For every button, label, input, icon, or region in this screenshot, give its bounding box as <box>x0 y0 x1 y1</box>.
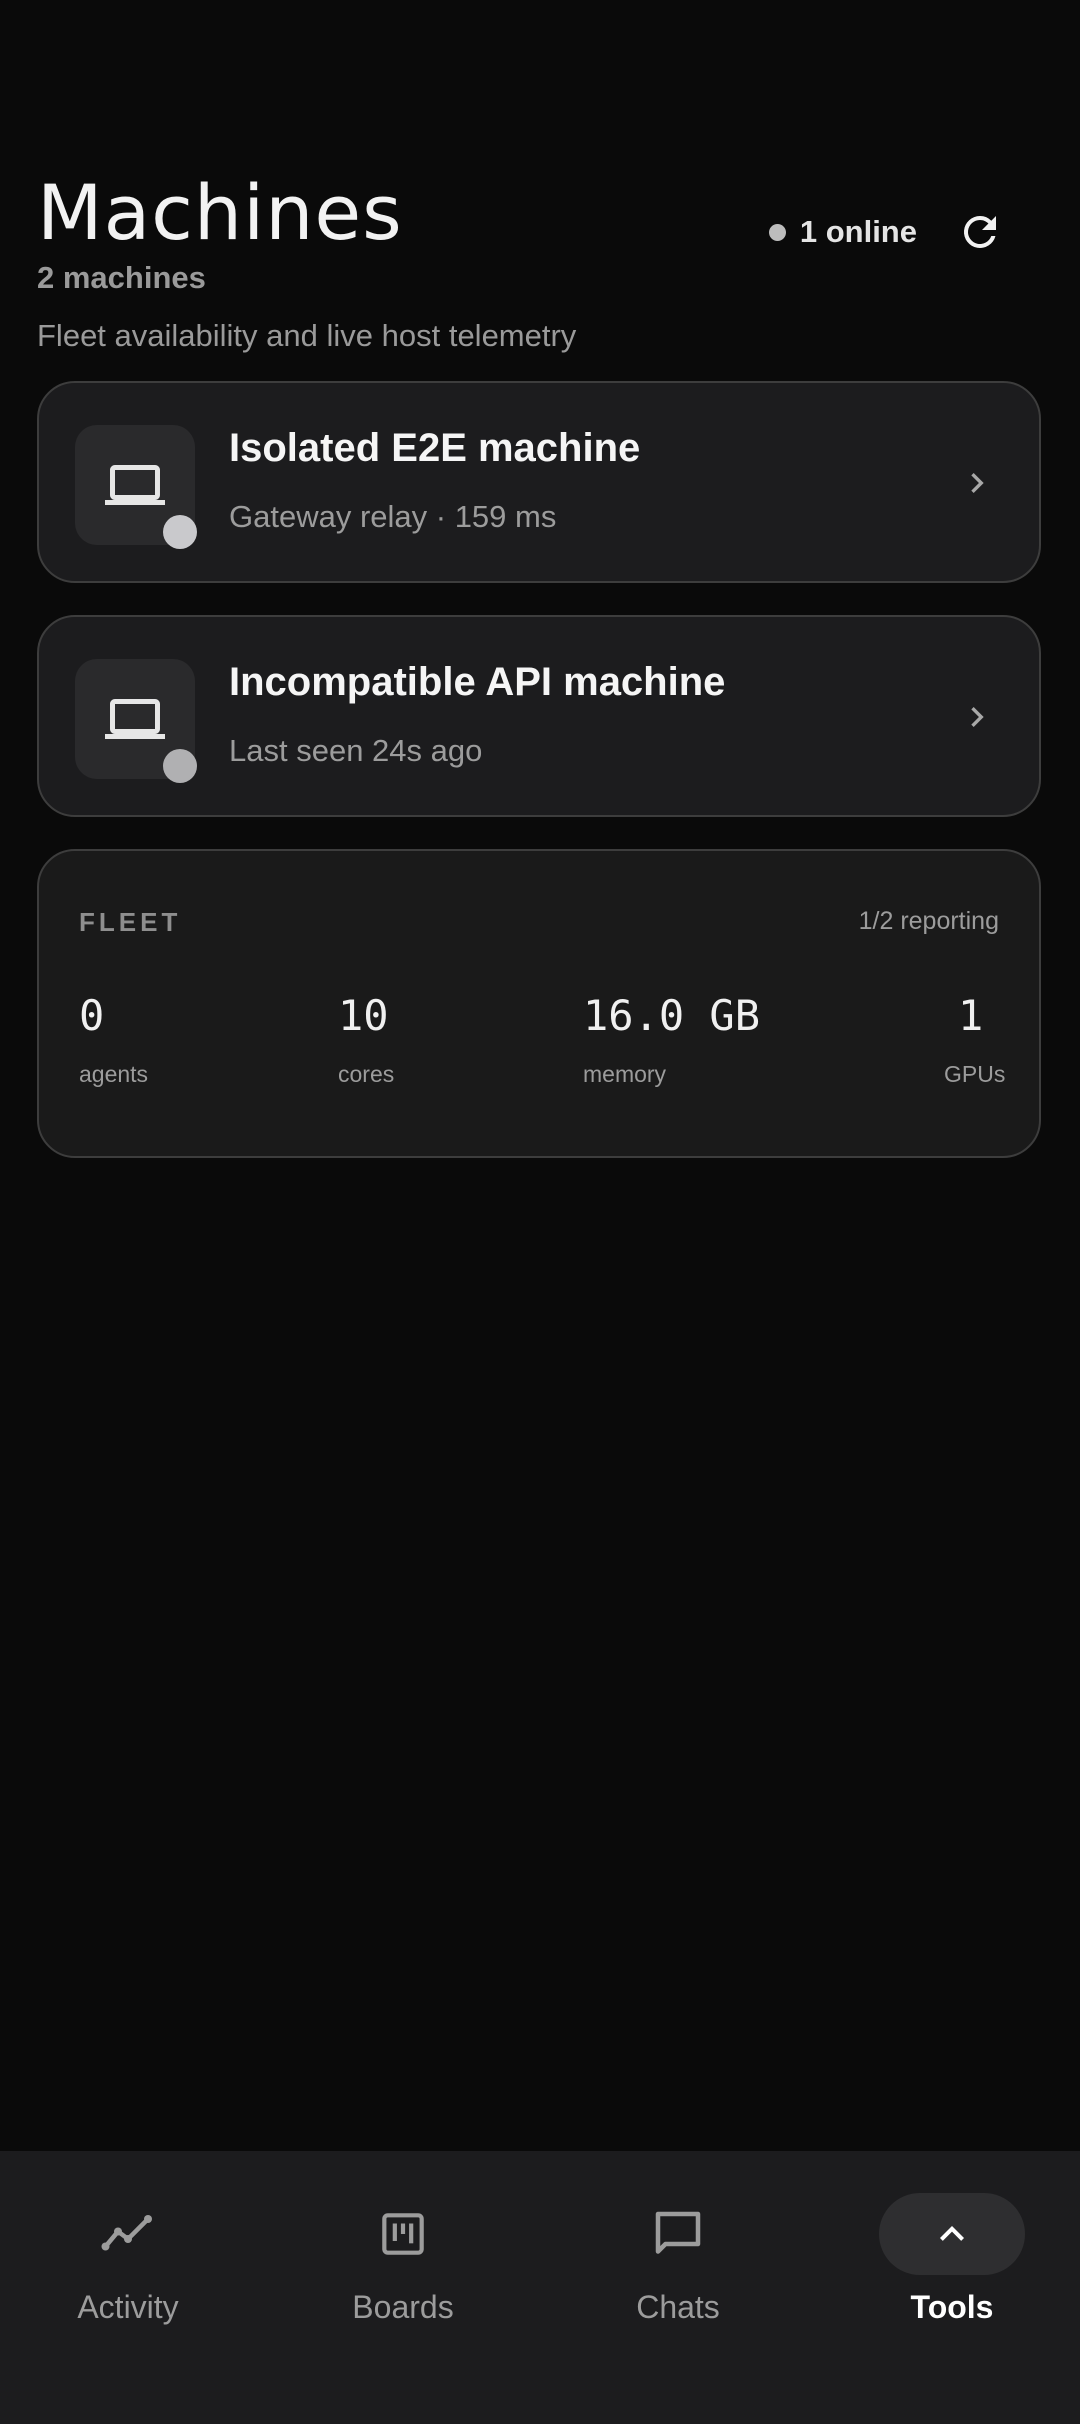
online-count: 1 online <box>799 214 917 249</box>
fleet-summary-card: FLEET 1/2 reporting 0 agents 10 cores 16… <box>37 849 1041 1158</box>
refresh-icon <box>963 215 996 248</box>
nav-item-chats[interactable]: Chats <box>578 2193 778 2326</box>
stat-value: 1 <box>958 991 984 1040</box>
nav-item-boards[interactable]: Boards <box>303 2193 503 2326</box>
stat-cores: 10 cores <box>338 991 394 1088</box>
nav-label: Activity <box>77 2289 179 2325</box>
stat-memory: 16.0 GB memory <box>583 991 760 1088</box>
stat-label: agents <box>79 1061 149 1087</box>
stat-label: cores <box>338 1061 395 1087</box>
fleet-title: FLEET <box>79 907 182 937</box>
stat-value: 10 <box>338 991 389 1040</box>
fleet-reporting: 1/2 reporting <box>858 907 999 935</box>
stat-label: GPUs <box>944 1061 1006 1087</box>
laptop-icon <box>105 465 165 505</box>
nav-label: Tools <box>910 2289 994 2325</box>
nav-item-tools[interactable]: Tools <box>852 2193 1052 2326</box>
machine-card[interactable]: Incompatible API machine Last seen 24s a… <box>37 615 1041 817</box>
chevron-up-icon <box>879 2193 1025 2275</box>
stat-agents: 0 agents <box>79 991 148 1088</box>
nav-label: Boards <box>352 2289 454 2325</box>
machine-last-seen: Last seen 24s ago <box>229 733 483 768</box>
online-status: 1 online <box>768 210 917 254</box>
stat-value: 16.0 GB <box>583 991 761 1040</box>
chevron-right-icon <box>953 459 1001 507</box>
nav-label: Chats <box>636 2289 720 2325</box>
stat-label: memory <box>583 1061 667 1087</box>
machines-screen: Machines 2 machines Fleet availability a… <box>0 0 1080 2424</box>
machine-status-dot <box>163 515 197 549</box>
machine-name: Incompatible API machine <box>229 660 726 704</box>
machine-count: 2 machines <box>37 260 206 295</box>
bottom-navigation: Activity Boards Chats Tools <box>0 2151 1080 2424</box>
page-title: Machines <box>37 168 403 257</box>
online-dot-icon <box>768 223 786 241</box>
refresh-button[interactable] <box>952 204 1008 260</box>
stat-value: 0 <box>79 991 105 1040</box>
nav-item-activity[interactable]: Activity <box>28 2193 228 2326</box>
page-description: Fleet availability and live host telemet… <box>37 318 577 353</box>
activity-icon <box>55 2193 201 2275</box>
stat-gpus: 1 GPUs <box>944 991 1005 1088</box>
boards-icon <box>330 2193 476 2275</box>
machine-name: Isolated E2E machine <box>229 426 641 470</box>
chat-icon <box>605 2193 751 2275</box>
machine-status-dot <box>163 749 197 783</box>
chevron-right-icon <box>953 693 1001 741</box>
machine-connection-info: Gateway relay · 159 ms <box>229 499 557 534</box>
machine-card[interactable]: Isolated E2E machine Gateway relay · 159… <box>37 381 1041 583</box>
laptop-icon <box>105 699 165 739</box>
